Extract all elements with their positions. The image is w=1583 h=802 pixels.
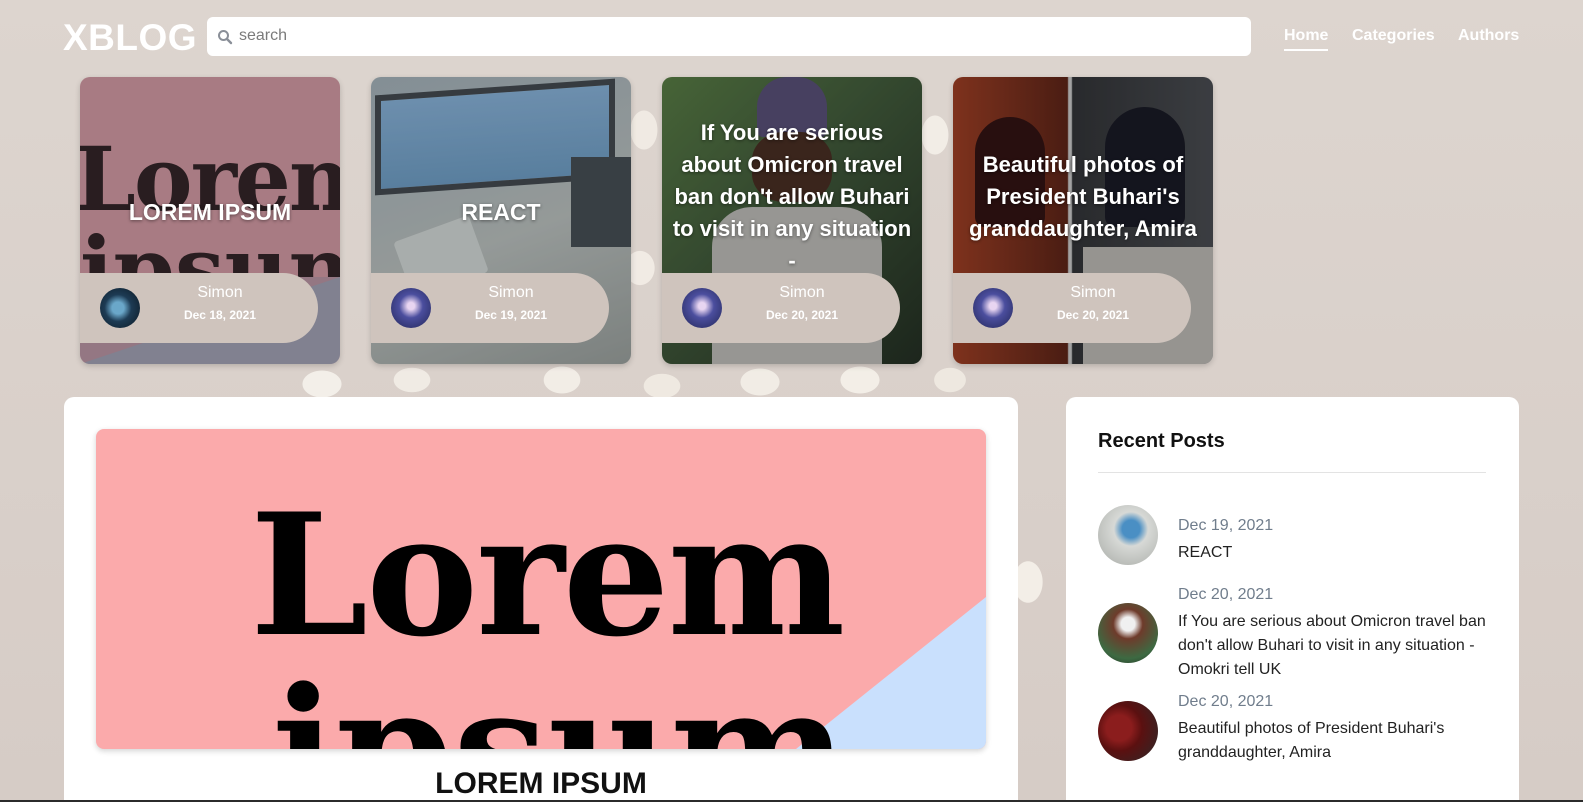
search-input[interactable]	[239, 22, 1229, 50]
nav-categories-link[interactable]: Categories	[1352, 27, 1435, 45]
card-author-pill: Simon Dec 20, 2021	[953, 273, 1191, 343]
card-author: Simon	[488, 284, 534, 301]
post-title[interactable]: LOREM IPSUM	[64, 767, 1018, 801]
recent-post-date: Dec 19, 2021	[1178, 517, 1274, 534]
card-author: Simon	[779, 284, 825, 301]
card-author-pill: Simon Dec 18, 2021	[80, 273, 318, 343]
card-title: REACT	[461, 199, 541, 225]
recent-post-thumbnail	[1098, 603, 1158, 663]
recent-post-thumbnail	[1098, 505, 1158, 565]
author-avatar	[682, 288, 722, 328]
card-date: Dec 19, 2021	[474, 308, 548, 322]
hero-text-line2: ipsum	[272, 650, 848, 749]
recent-post-item[interactable]: Dec 20, 2021 Beautiful photos of Preside…	[1098, 693, 1488, 761]
recent-post-date: Dec 20, 2021	[1178, 693, 1274, 710]
recent-post-item[interactable]: Dec 19, 2021 REACT	[1098, 505, 1488, 565]
author-avatar	[391, 288, 431, 328]
recent-post-item[interactable]: Dec 20, 2021 If You are serious about Om…	[1098, 586, 1488, 685]
author-avatar	[100, 288, 140, 328]
carousel-card-react[interactable]: REACT Simon Dec 19, 2021	[371, 77, 631, 364]
post-hero-image[interactable]: Lorem ipsum	[96, 429, 986, 749]
nav-active-indicator	[1284, 49, 1328, 51]
card-date: Dec 20, 2021	[765, 308, 839, 322]
card-date: Dec 18, 2021	[183, 308, 257, 322]
card-title: If You are serious about Omicron travel …	[672, 120, 912, 273]
sidebar-divider	[1098, 472, 1486, 473]
recent-post-title[interactable]: If You are serious about Omicron travel …	[1178, 610, 1488, 682]
card-date: Dec 20, 2021	[1056, 308, 1130, 322]
recent-post-date: Dec 20, 2021	[1178, 586, 1274, 603]
hero-text-line1: Lorem	[250, 476, 845, 674]
main-post-card: Lorem ipsum LOREM IPSUM	[64, 397, 1018, 802]
card-author: Simon	[197, 284, 243, 301]
sidebar-title: Recent Posts	[1098, 430, 1225, 452]
site-header: XBLOG Home Categories Authors	[0, 5, 1583, 67]
card-title: LOREM IPSUM	[128, 199, 292, 225]
card-title: Beautiful photos of President Buhari's g…	[969, 152, 1197, 241]
nav-home-link[interactable]: Home	[1284, 27, 1328, 45]
card-author-pill: Simon Dec 19, 2021	[371, 273, 609, 343]
recent-post-title[interactable]: REACT	[1178, 541, 1488, 565]
recent-posts-sidebar: Recent Posts Dec 19, 2021 REACT Dec 20, …	[1066, 397, 1519, 802]
nav-authors-link[interactable]: Authors	[1458, 27, 1519, 45]
recent-post-thumbnail	[1098, 701, 1158, 761]
carousel-card-lorem-ipsum[interactable]: Lorem ipsum LOREM IPSUM Simon Dec 18, 20…	[80, 77, 340, 364]
author-avatar	[973, 288, 1013, 328]
site-logo[interactable]: XBLOG	[63, 17, 197, 59]
card-author-pill: Simon Dec 20, 2021	[662, 273, 900, 343]
search-bar[interactable]	[207, 17, 1251, 56]
card-author: Simon	[1070, 284, 1116, 301]
carousel-card-amira[interactable]: Beautiful photos of President Buhari's g…	[953, 77, 1213, 364]
carousel-card-omicron[interactable]: If You are serious about Omicron travel …	[662, 77, 922, 364]
recent-post-title[interactable]: Beautiful photos of President Buhari's g…	[1178, 717, 1488, 765]
search-icon	[218, 30, 233, 45]
